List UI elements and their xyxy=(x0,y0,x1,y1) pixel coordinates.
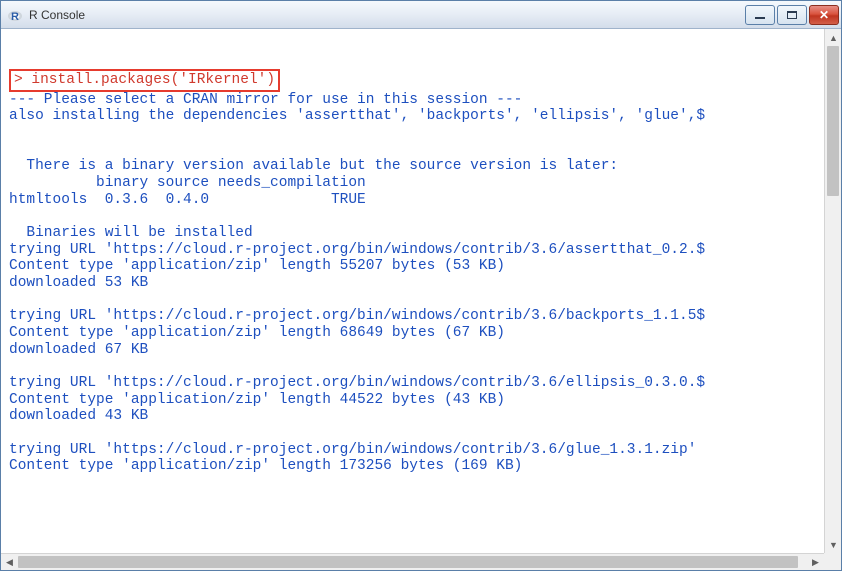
scrollbar-corner xyxy=(824,553,841,570)
prompt: > xyxy=(14,72,31,88)
close-icon: ✕ xyxy=(819,9,829,21)
horizontal-scrollbar[interactable]: ◀ ▶ xyxy=(1,553,824,570)
scroll-down-button[interactable]: ▼ xyxy=(825,536,841,553)
output-line: Content type 'application/zip' length 55… xyxy=(9,258,505,274)
minimize-button[interactable] xyxy=(745,5,775,25)
maximize-button[interactable] xyxy=(777,5,807,25)
horizontal-scroll-thumb[interactable] xyxy=(18,556,798,568)
output-line: downloaded 67 KB xyxy=(9,342,148,358)
output-line: --- Please select a CRAN mirror for use … xyxy=(9,92,522,108)
output-line: binary source needs_compilation xyxy=(9,175,366,191)
output-line: trying URL 'https://cloud.r-project.org/… xyxy=(9,242,705,258)
vertical-scroll-thumb[interactable] xyxy=(827,46,839,196)
output-line: Content type 'application/zip' length 17… xyxy=(9,458,522,474)
content-area: > install.packages('IRkernel') --- Pleas… xyxy=(1,29,841,570)
console-output[interactable]: > install.packages('IRkernel') --- Pleas… xyxy=(1,29,824,553)
output-line: Content type 'application/zip' length 44… xyxy=(9,392,505,408)
scroll-right-button[interactable]: ▶ xyxy=(807,554,824,570)
output-line: Content type 'application/zip' length 68… xyxy=(9,325,505,341)
close-button[interactable]: ✕ xyxy=(809,5,839,25)
vertical-scrollbar[interactable]: ▲ ▼ xyxy=(824,29,841,553)
svg-text:R: R xyxy=(11,11,19,23)
maximize-icon xyxy=(787,11,797,19)
minimize-icon xyxy=(755,17,765,19)
output-line: downloaded 53 KB xyxy=(9,275,148,291)
output-line: Binaries will be installed xyxy=(9,225,253,241)
output-line: trying URL 'https://cloud.r-project.org/… xyxy=(9,375,705,391)
scroll-left-button[interactable]: ◀ xyxy=(1,554,18,570)
window-controls: ✕ xyxy=(745,5,839,25)
output-line: There is a binary version available but … xyxy=(9,158,618,174)
output-line: trying URL 'https://cloud.r-project.org/… xyxy=(9,442,696,458)
window-title: R Console xyxy=(29,8,745,22)
output-line: also installing the dependencies 'assert… xyxy=(9,108,705,124)
r-app-icon: R xyxy=(7,7,23,23)
titlebar[interactable]: R R Console ✕ xyxy=(1,1,841,29)
output-line: trying URL 'https://cloud.r-project.org/… xyxy=(9,308,705,324)
output-line: downloaded 43 KB xyxy=(9,408,148,424)
command-text: install.packages('IRkernel') xyxy=(31,72,275,88)
highlighted-command: > install.packages('IRkernel') xyxy=(9,69,280,92)
output-line: htmltools 0.3.6 0.4.0 TRUE xyxy=(9,192,366,208)
r-console-window: R R Console ✕ > install.packages('IRkern… xyxy=(0,0,842,571)
scroll-up-button[interactable]: ▲ xyxy=(825,29,841,46)
